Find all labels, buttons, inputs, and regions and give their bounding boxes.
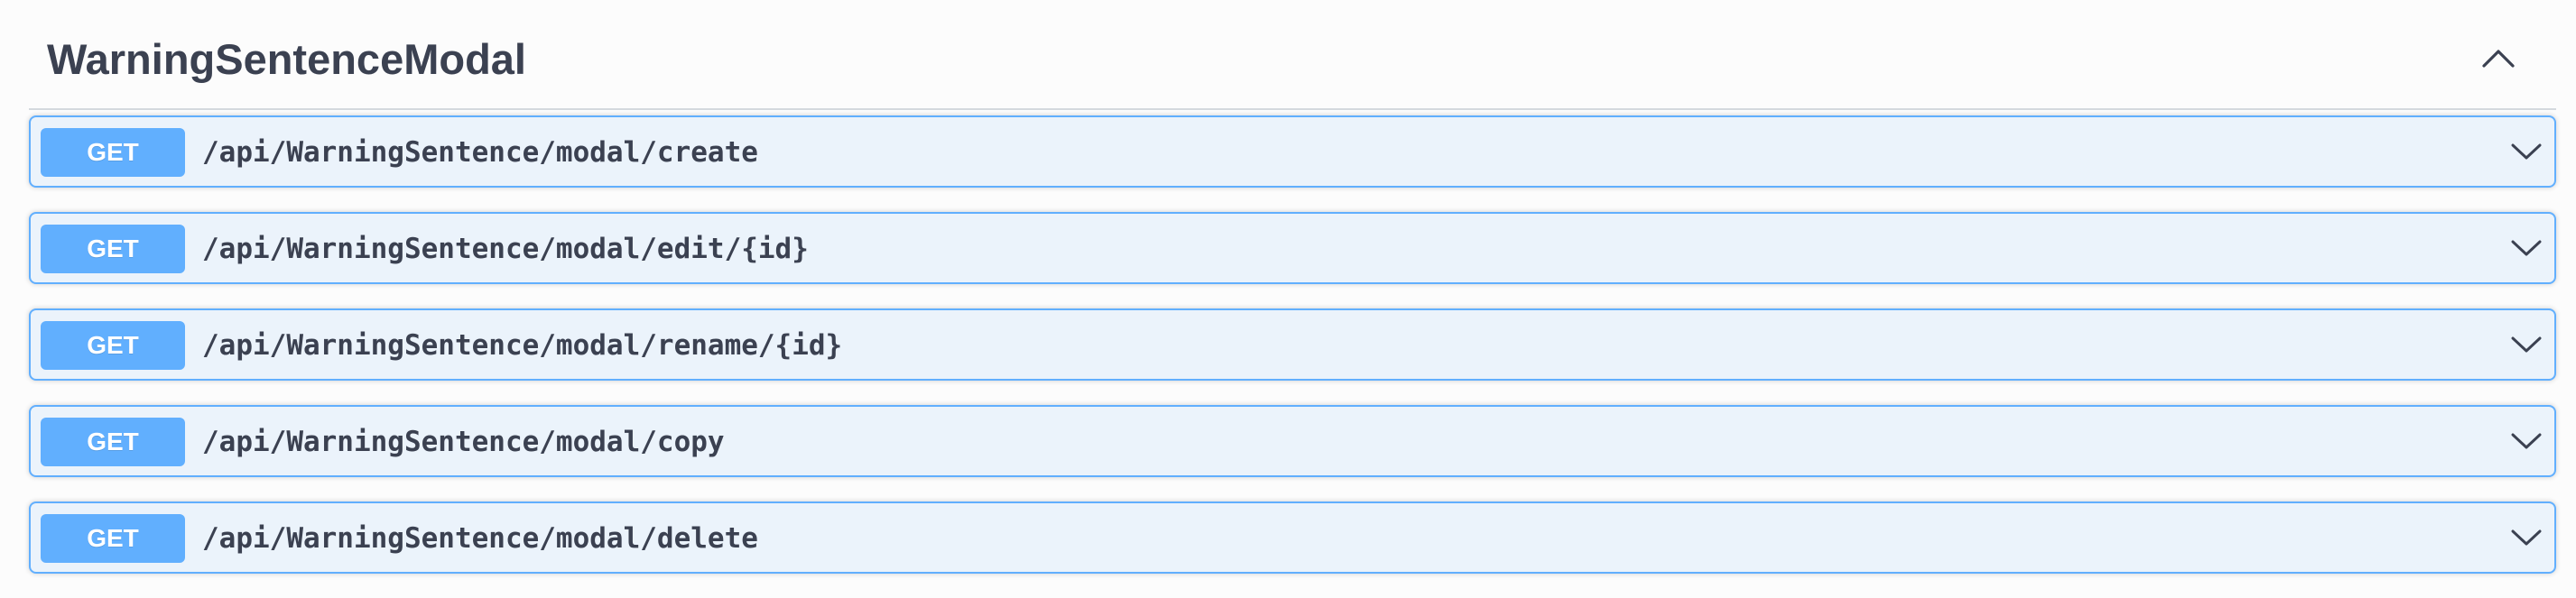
endpoint-path[interactable]: /api/WarningSentence/modal/create <box>202 133 758 172</box>
endpoint-path[interactable]: /api/WarningSentence/modal/delete <box>202 519 758 558</box>
endpoint-path[interactable]: /api/WarningSentence/modal/copy <box>202 422 725 462</box>
operations-list: GET /api/WarningSentence/modal/create GE… <box>29 115 2556 598</box>
expand-button[interactable] <box>2506 327 2547 363</box>
method-badge[interactable]: GET <box>41 128 185 177</box>
operation-row[interactable]: GET /api/WarningSentence/modal/create <box>29 115 2556 188</box>
operation-row[interactable]: GET /api/WarningSentence/modal/copy <box>29 405 2556 477</box>
chevron-down-icon <box>2511 529 2542 546</box>
method-badge[interactable]: GET <box>41 321 185 370</box>
chevron-up-icon <box>2482 50 2515 68</box>
chevron-down-icon <box>2511 433 2542 449</box>
chevron-down-icon <box>2511 240 2542 256</box>
tag-title: WarningSentenceModal <box>47 35 526 83</box>
expand-button[interactable] <box>2506 520 2547 556</box>
expand-button[interactable] <box>2506 230 2547 266</box>
tag-header[interactable]: WarningSentenceModal <box>29 0 2556 110</box>
expand-button[interactable] <box>2506 133 2547 170</box>
collapse-button[interactable] <box>2475 40 2522 76</box>
operation-row[interactable]: GET /api/WarningSentence/modal/delete <box>29 501 2556 574</box>
chevron-down-icon <box>2511 143 2542 160</box>
method-badge[interactable]: GET <box>41 225 185 273</box>
tag-section: WarningSentenceModal GET /api/WarningSen… <box>29 0 2556 597</box>
expand-button[interactable] <box>2506 423 2547 459</box>
method-badge[interactable]: GET <box>41 514 185 563</box>
operation-row[interactable]: GET /api/WarningSentence/modal/rename/{i… <box>29 308 2556 381</box>
operation-row[interactable]: GET /api/WarningSentence/modal/edit/{id} <box>29 212 2556 284</box>
endpoint-path[interactable]: /api/WarningSentence/modal/rename/{id} <box>202 326 842 365</box>
endpoint-path[interactable]: /api/WarningSentence/modal/edit/{id} <box>202 229 809 269</box>
chevron-down-icon <box>2511 336 2542 353</box>
method-badge[interactable]: GET <box>41 418 185 466</box>
